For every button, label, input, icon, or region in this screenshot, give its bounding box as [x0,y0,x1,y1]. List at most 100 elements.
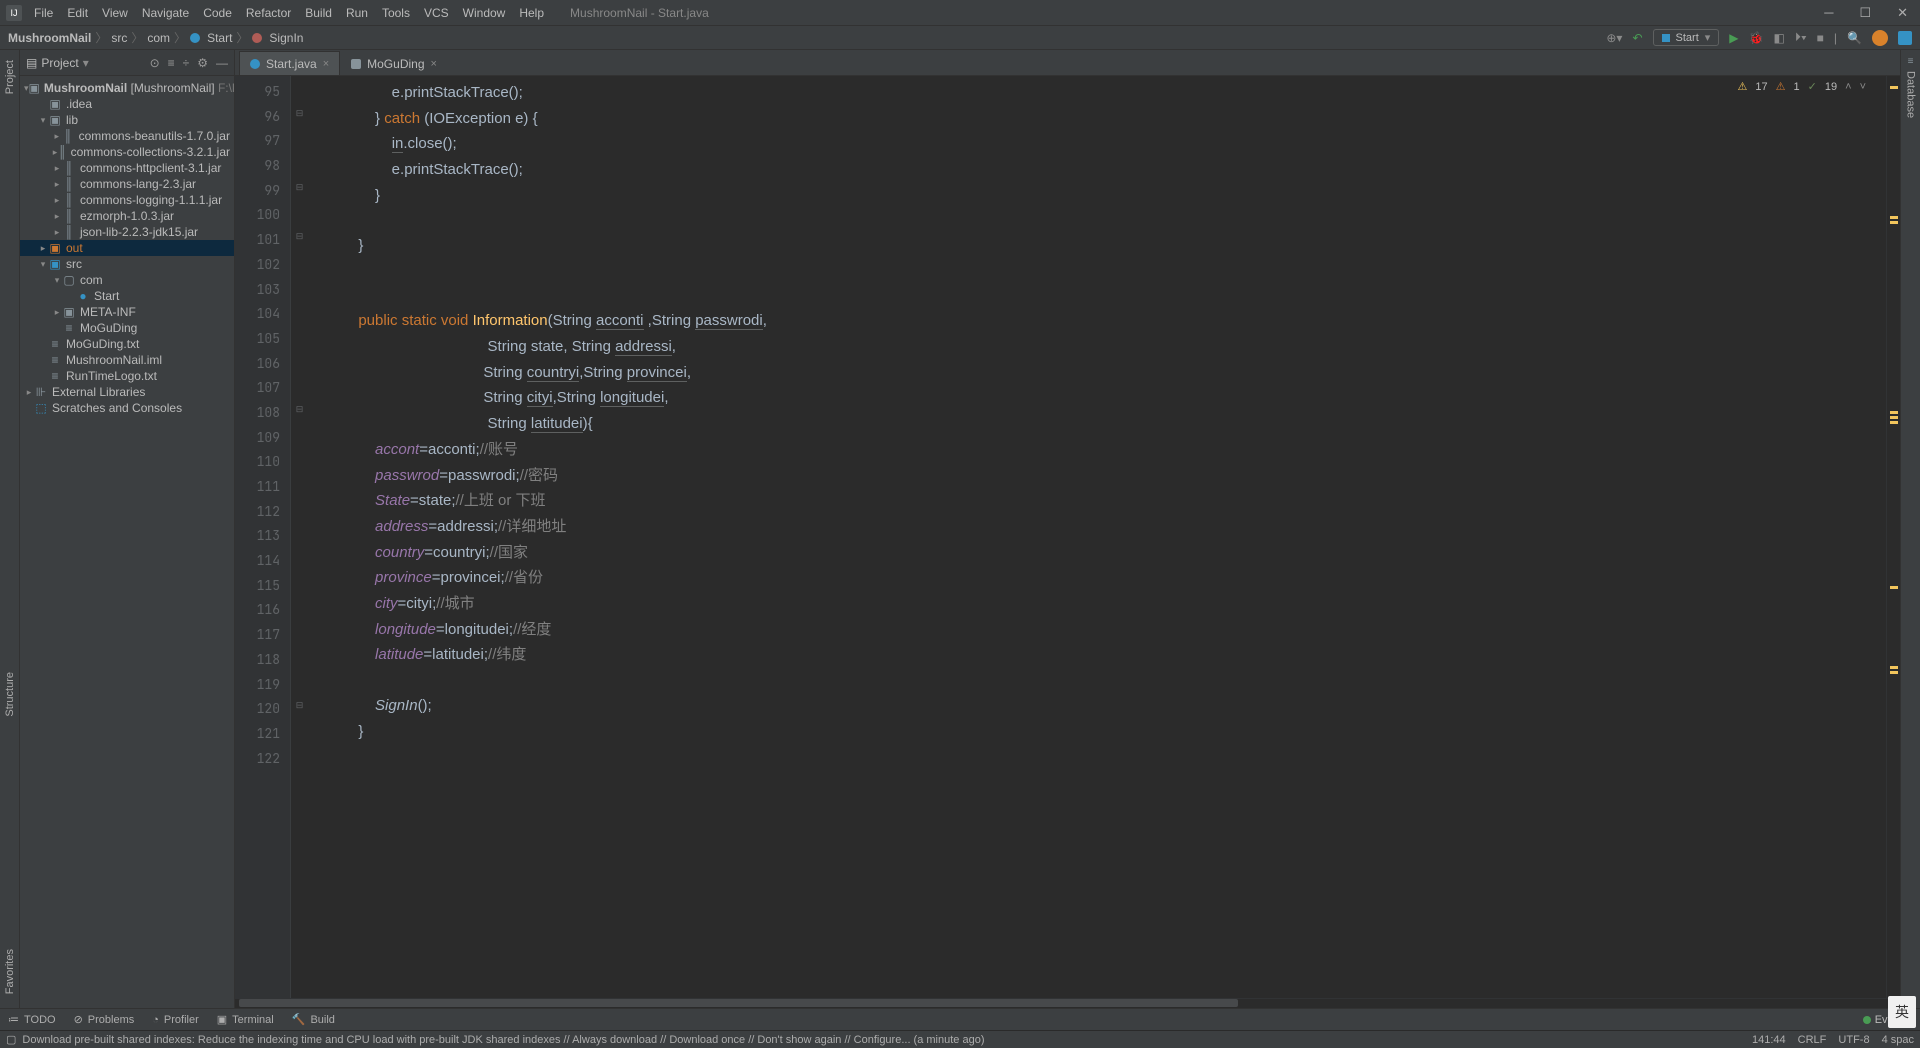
line-number: 110 [235,450,290,475]
tool-project-button[interactable]: Project [4,56,16,98]
label: Profiler [164,1014,199,1026]
menu-edit[interactable]: Edit [61,4,94,22]
code-seg: //上班 or 下班 [456,492,546,509]
crumb-com[interactable]: com [147,31,170,45]
profile-button[interactable]: ⏵▾ [1795,30,1807,45]
select-opened-icon[interactable]: ⊙ [150,56,160,70]
menu-window[interactable]: Window [457,4,512,22]
tab-start-java[interactable]: Start.java × [239,51,340,75]
tool-structure-button[interactable]: Structure [4,668,16,721]
debug-button[interactable]: 🐞 [1749,31,1764,45]
tree-jar[interactable]: ▸║json-lib-2.2.3-jdk15.jar [20,224,234,240]
run-button[interactable]: ▶ [1729,31,1738,45]
tool-database-button[interactable]: Database [1905,67,1917,122]
collapse-all-icon[interactable]: ÷ [183,56,190,70]
database-icon[interactable]: ≡ [1908,56,1914,67]
tool-todo-button[interactable]: ≔TODO [8,1013,56,1026]
tree-jar[interactable]: ▸║commons-collections-3.2.1.jar [20,144,234,160]
tree-folder-src[interactable]: ▾▣src [20,256,234,272]
code-seg: =provincei; [432,569,505,586]
chevron-down-icon[interactable]: ˅ [1860,81,1866,93]
tree-jar[interactable]: ▸║commons-httpclient-3.1.jar [20,160,234,176]
horizontal-scrollbar[interactable] [235,998,1900,1008]
tree-scratches[interactable]: ⬚Scratches and Consoles [20,400,234,416]
menu-help[interactable]: Help [513,4,550,22]
code-editor[interactable]: 95 96 97 98 99 100 101 102 103 104 105 1… [235,76,1900,998]
tree-package-com[interactable]: ▾▢com [20,272,234,288]
code-content[interactable]: e.printStackTrace(); } catch (IOExceptio… [309,76,1886,998]
divider: | [1834,31,1837,45]
right-rail: ≡ Database [1900,50,1920,1008]
marker-stripe[interactable] [1886,76,1900,998]
tool-terminal-button[interactable]: ▣Terminal [217,1013,274,1026]
chevron-up-icon[interactable]: ˄ [1845,81,1851,93]
tree-file[interactable]: ≡MoGuDing.txt [20,336,234,352]
tool-favorites-button[interactable]: Favorites [4,945,16,998]
tab-moguding[interactable]: MoGuDing × [340,51,448,75]
scroll-thumb[interactable] [239,999,1238,1007]
close-button[interactable]: ✕ [1891,3,1914,23]
menu-refactor[interactable]: Refactor [240,4,297,22]
tree-folder-lib[interactable]: ▾▣lib [20,112,234,128]
toggle-tools-icon[interactable]: ▢ [6,1033,16,1046]
todo-icon: ≔ [8,1013,19,1026]
menu-build[interactable]: Build [299,4,338,22]
project-tree[interactable]: ▾▣MushroomNail [MushroomNail] F:\Po ▣.id… [20,76,234,1008]
tree-jar[interactable]: ▸║commons-logging-1.1.1.jar [20,192,234,208]
menu-code[interactable]: Code [197,4,238,22]
tool-profiler-button[interactable]: ◔Profiler [152,1014,199,1026]
tree-folder-out[interactable]: ▸▣out [20,240,234,256]
code-seg: latitudei [531,415,583,433]
close-tab-icon[interactable]: × [323,58,329,70]
tree-jar[interactable]: ▸║ezmorph-1.0.3.jar [20,208,234,224]
status-message[interactable]: Download pre-built shared indexes: Reduc… [22,1034,984,1046]
avatar[interactable] [1872,30,1888,46]
menu-file[interactable]: File [28,4,59,22]
coverage-button[interactable]: ◧ [1773,31,1784,45]
crumb-project[interactable]: MushroomNail [8,31,91,45]
menu-navigate[interactable]: Navigate [136,4,195,22]
code-seg [325,697,375,714]
line-separator[interactable]: CRLF [1798,1034,1827,1046]
tree-root[interactable]: ▾▣MushroomNail [MushroomNail] F:\Po [20,80,234,96]
ide-settings-icon[interactable] [1898,31,1912,45]
add-config-icon[interactable]: ⊕▾ [1606,31,1622,45]
menu-tools[interactable]: Tools [376,4,416,22]
close-tab-icon[interactable]: × [431,58,437,70]
stop-button[interactable]: ■ [1817,31,1824,45]
minimize-button[interactable]: ─ [1818,3,1839,23]
tree-jar[interactable]: ▸║commons-beanutils-1.7.0.jar [20,128,234,144]
tree-class-start[interactable]: ●Start [20,288,234,304]
tree-folder-idea[interactable]: ▣.idea [20,96,234,112]
menu-view[interactable]: View [96,4,134,22]
menu-vcs[interactable]: VCS [418,4,455,22]
hide-icon[interactable]: — [216,56,228,70]
project-view-label[interactable]: Project [41,56,78,70]
indent-info[interactable]: 4 spac [1882,1034,1914,1046]
run-config-selector[interactable]: Start ▾ [1653,29,1720,46]
tree-external-libs[interactable]: ▸⊪External Libraries [20,384,234,400]
tree-file-moguding[interactable]: ≡MoGuDing [20,320,234,336]
crumb-src[interactable]: src [111,31,127,45]
inspections-summary[interactable]: ⚠17 ⚠1 ✓19 ˄ ˅ [1738,80,1866,93]
tree-file[interactable]: ≡MushroomNail.iml [20,352,234,368]
ime-indicator[interactable]: 英 [1888,996,1916,1028]
file-encoding[interactable]: UTF-8 [1838,1034,1869,1046]
expand-all-icon[interactable]: ≡ [168,56,175,70]
tree-file[interactable]: ≡RunTimeLogo.txt [20,368,234,384]
crumb-signin[interactable]: SignIn [269,31,303,45]
code-seg [325,312,358,329]
chevron-down-icon[interactable]: ▾ [83,56,89,70]
menu-run[interactable]: Run [340,4,374,22]
gear-icon[interactable]: ⚙ [197,56,208,70]
back-icon[interactable]: ↶ [1632,31,1642,45]
search-everywhere-icon[interactable]: 🔍 [1847,31,1862,45]
tree-folder-meta[interactable]: ▸▣META-INF [20,304,234,320]
maximize-button[interactable]: ☐ [1853,3,1877,23]
crumb-start[interactable]: Start [207,31,232,45]
tool-problems-button[interactable]: ⊘Problems [74,1013,135,1026]
caret-position[interactable]: 141:44 [1752,1034,1786,1046]
tool-build-button[interactable]: 🔨Build [292,1013,335,1026]
tree-jar[interactable]: ▸║commons-lang-2.3.jar [20,176,234,192]
tree-label: MoGuDing [80,321,137,335]
